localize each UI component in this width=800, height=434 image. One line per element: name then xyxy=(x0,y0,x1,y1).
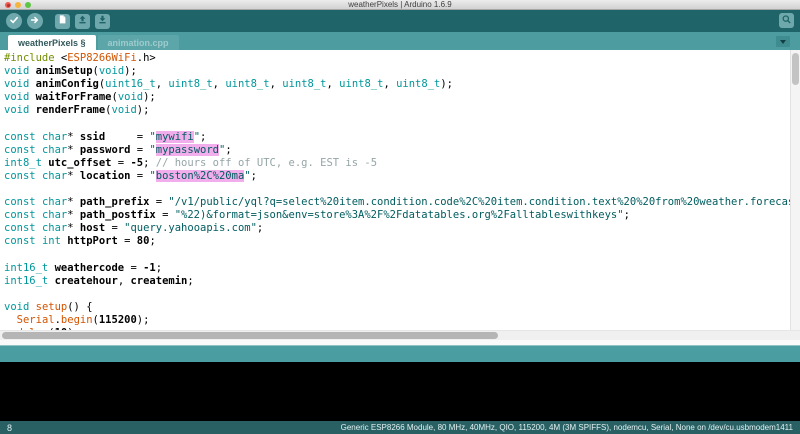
code-line: const char* password = "mypassword"; xyxy=(4,144,788,157)
board-port-info: Generic ESP8266 Module, 80 MHz, 40MHz, Q… xyxy=(341,423,793,432)
console-divider[interactable] xyxy=(0,345,800,362)
tab-bar: weatherPixels § animation.cpp xyxy=(0,32,800,50)
check-icon xyxy=(9,12,19,30)
horizontal-scrollbar[interactable] xyxy=(0,330,800,340)
console-output xyxy=(0,362,800,421)
code-editor[interactable]: #include <ESP8266WiFi.h>void animSetup(v… xyxy=(0,50,800,330)
zoom-button[interactable] xyxy=(25,2,31,8)
code-line: #include <ESP8266WiFi.h> xyxy=(4,52,788,65)
vertical-scrollbar[interactable] xyxy=(790,50,800,330)
serial-monitor-button[interactable] xyxy=(779,13,794,28)
magnifier-icon xyxy=(781,12,792,30)
code-line: const char* host = "query.yahooapis.com"… xyxy=(4,222,788,235)
horizontal-scrollbar-thumb[interactable] xyxy=(2,332,498,339)
status-bar: 8 Generic ESP8266 Module, 80 MHz, 40MHz,… xyxy=(0,421,800,434)
open-button[interactable] xyxy=(75,14,90,29)
code-line xyxy=(4,288,788,301)
code-line: void waitForFrame(void); xyxy=(4,91,788,104)
chevron-down-icon xyxy=(780,40,786,44)
code-line: const char* ssid = "mywifi"; xyxy=(4,131,788,144)
code-line: void renderFrame(void); xyxy=(4,104,788,117)
code-line xyxy=(4,117,788,130)
tab-animation-cpp[interactable]: animation.cpp xyxy=(98,35,179,50)
code-line: void animSetup(void); xyxy=(4,65,788,78)
code-lines: #include <ESP8266WiFi.h>void animSetup(v… xyxy=(4,52,788,330)
upload-button[interactable] xyxy=(27,13,43,29)
editor-bottom-strip xyxy=(0,340,800,345)
code-line: const int httpPort = 80; xyxy=(4,235,788,248)
save-button[interactable] xyxy=(95,14,110,29)
code-line: int8_t utc_offset = -5; // hours off of … xyxy=(4,157,788,170)
code-line: const char* path_prefix = "/v1/public/yq… xyxy=(4,196,788,209)
titlebar: weatherPixels | Arduino 1.6.9 xyxy=(0,0,800,10)
verify-button[interactable] xyxy=(6,13,22,29)
new-sketch-button[interactable] xyxy=(55,14,70,29)
code-line: int16_t weathercode = -1; xyxy=(4,262,788,275)
toolbar xyxy=(0,10,800,32)
code-line: const char* location = "boston%2C%20ma"; xyxy=(4,170,788,183)
code-line: void animConfig(uint16_t, uint8_t, uint8… xyxy=(4,78,788,91)
editor-pane: #include <ESP8266WiFi.h>void animSetup(v… xyxy=(0,50,800,345)
arrow-up-icon xyxy=(77,12,88,30)
arrow-down-icon xyxy=(97,12,108,30)
tab-weatherpixels[interactable]: weatherPixels § xyxy=(8,35,96,50)
arrow-right-icon xyxy=(30,12,40,30)
code-line: Serial.begin(115200); xyxy=(4,314,788,327)
window-controls xyxy=(5,2,31,8)
code-line: const char* path_postfix = "%22)&format=… xyxy=(4,209,788,222)
code-line: void setup() { xyxy=(4,301,788,314)
code-line: int16_t createhour, createmin; xyxy=(4,275,788,288)
cursor-line-number: 8 xyxy=(7,423,12,433)
arduino-ide-window: weatherPixels | Arduino 1.6.9 xyxy=(0,0,800,434)
code-line xyxy=(4,183,788,196)
window-title: weatherPixels | Arduino 1.6.9 xyxy=(348,0,451,10)
close-button[interactable] xyxy=(5,2,11,8)
code-line xyxy=(4,248,788,261)
tab-menu-button[interactable] xyxy=(776,36,790,47)
document-icon xyxy=(57,12,68,30)
vertical-scrollbar-thumb[interactable] xyxy=(792,53,799,85)
minimize-button[interactable] xyxy=(15,2,21,8)
